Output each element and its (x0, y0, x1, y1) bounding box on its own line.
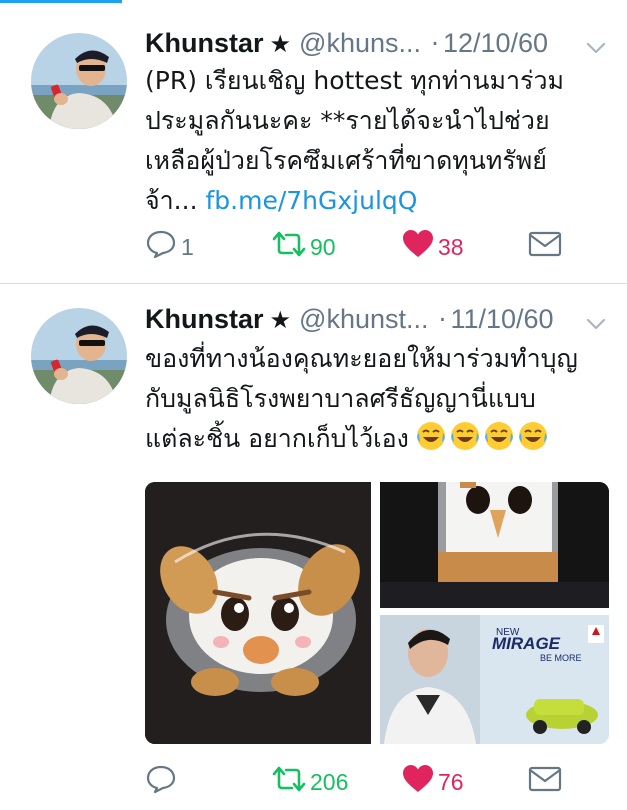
tweet-header: Khunstar ★ @khunst... · 11/10/60 (145, 301, 607, 337)
separator-dot: · (438, 305, 447, 334)
like-count: 38 (438, 233, 464, 260)
reply-button[interactable] (145, 764, 181, 800)
avatar[interactable] (31, 33, 127, 129)
tweet-date[interactable]: 12/10/60 (443, 28, 548, 58)
heart-icon (402, 764, 434, 800)
star-icon: ★ (269, 30, 292, 58)
face-with-tears-of-joy-icon (415, 420, 447, 452)
tweet-actions: 206 76 (145, 764, 589, 800)
tweet-actions: 1 90 38 (145, 229, 589, 265)
poster-product-text: MIRAGE (492, 634, 561, 653)
avatar[interactable] (31, 308, 127, 404)
face-with-tears-of-joy-icon (517, 420, 549, 452)
retweet-count: 90 (310, 233, 336, 260)
chevron-down-icon[interactable] (585, 309, 607, 331)
retweet-icon (272, 764, 306, 800)
retweet-count: 206 (310, 768, 349, 795)
retweet-icon (272, 229, 306, 265)
tweet-link[interactable]: fb.me/7hGxjulqQ (205, 186, 417, 215)
reply-icon (145, 229, 177, 265)
face-with-tears-of-joy-icon (483, 420, 515, 452)
tweet-text: ของที่ทางน้องคุณทะยอยให้มาร่วมทำบุญ กับม… (145, 339, 589, 459)
display-name[interactable]: Khunstar (145, 28, 264, 58)
photo-plush-wrapped[interactable] (145, 482, 371, 744)
like-count: 76 (438, 768, 464, 795)
tweet-header: Khunstar ★ @khuns... · 12/10/60 (145, 25, 607, 61)
mail-icon (528, 765, 562, 799)
emoji-group (415, 420, 549, 452)
retweet-button[interactable]: 206 (272, 766, 348, 798)
chevron-down-icon[interactable] (585, 33, 607, 55)
direct-message-button[interactable] (528, 231, 562, 263)
star-icon: ★ (269, 306, 292, 334)
reply-button[interactable]: 1 (145, 229, 194, 265)
direct-message-button[interactable] (528, 766, 562, 798)
tweet[interactable]: Khunstar ★ @khuns... · 12/10/60 (PR) เรียนเช… (0, 3, 627, 284)
separator-dot: · (431, 29, 439, 58)
face-with-tears-of-joy-icon (449, 420, 481, 452)
tweet-date[interactable]: 11/10/60 (450, 304, 553, 334)
reply-icon (145, 764, 177, 800)
reply-count: 1 (181, 233, 194, 260)
retweet-button[interactable]: 90 (272, 231, 336, 263)
mail-icon (528, 230, 562, 264)
user-handle[interactable]: @khuns... (299, 28, 421, 58)
photo-plush-bag[interactable] (380, 482, 609, 608)
poster-product-sub: BE MORE (540, 653, 582, 663)
media-grid[interactable]: NEW MIRAGE BE MORE (145, 482, 609, 744)
like-button[interactable]: 76 (402, 764, 464, 800)
tweet-text: (PR) เรียนเชิญ hottest ทุกท่านมาร่วม ประ… (145, 61, 589, 221)
display-name[interactable]: Khunstar (145, 304, 264, 334)
like-button[interactable]: 38 (402, 229, 464, 265)
user-handle[interactable]: @khunst... (299, 304, 428, 334)
tweet[interactable]: Khunstar ★ @khunst... · 11/10/60 ของที่ทางน้… (0, 284, 627, 810)
heart-icon (402, 229, 434, 265)
photo-poster[interactable]: NEW MIRAGE BE MORE (380, 615, 609, 744)
